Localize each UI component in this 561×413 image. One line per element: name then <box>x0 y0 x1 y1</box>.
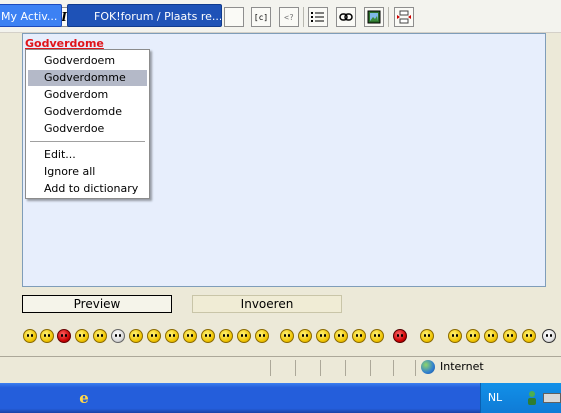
smiley-icon[interactable] <box>75 329 89 343</box>
link-icon <box>339 13 353 21</box>
smiley-icon[interactable] <box>298 329 312 343</box>
status-divider <box>345 360 346 376</box>
smiley-icon[interactable] <box>370 329 384 343</box>
smiley-icon[interactable] <box>40 329 54 343</box>
image-icon <box>367 10 381 24</box>
toolbar-separator <box>303 7 304 27</box>
code-button[interactable]: [c] <box>251 7 271 27</box>
page-break-icon <box>397 10 411 24</box>
page-break-button[interactable] <box>394 7 414 27</box>
suggestion-item-selected[interactable]: Godverdomme <box>28 70 147 86</box>
security-zone-label: Internet <box>440 360 484 373</box>
suggestion-item[interactable]: Godverdom <box>28 87 147 103</box>
list-button[interactable] <box>308 7 328 27</box>
submit-button[interactable]: Invoeren <box>192 295 342 313</box>
toolbar-separator <box>388 7 389 27</box>
list-icon <box>311 12 324 22</box>
smiley-icon[interactable] <box>316 329 330 343</box>
link-button[interactable] <box>336 7 356 27</box>
menu-item-add-to-dictionary[interactable]: Add to dictionary <box>28 181 147 197</box>
language-indicator[interactable]: NL <box>486 390 504 406</box>
devil-smiley-icon[interactable] <box>393 329 407 343</box>
suggestion-item[interactable]: Godverdoem <box>28 53 147 69</box>
status-divider <box>415 360 416 376</box>
smiley-icon[interactable] <box>522 329 536 343</box>
smiley-icon[interactable] <box>147 329 161 343</box>
keyboard-icon[interactable] <box>543 393 561 403</box>
smiley-icon[interactable] <box>420 329 434 343</box>
smiley-icon[interactable] <box>23 329 37 343</box>
cow-icon[interactable] <box>542 329 556 343</box>
smiley-icon[interactable] <box>129 329 143 343</box>
smiley-icon[interactable] <box>165 329 179 343</box>
menu-item-ignore-all[interactable]: Ignore all <box>28 164 147 180</box>
status-divider <box>320 360 321 376</box>
smiley-icon[interactable] <box>93 329 107 343</box>
smiley-bar <box>0 318 561 354</box>
image-button[interactable] <box>364 7 384 27</box>
spellcheck-context-menu: Godverdoem Godverdomme Godverdom Godverd… <box>25 49 150 199</box>
status-divider <box>370 360 371 376</box>
smiley-icon[interactable] <box>280 329 294 343</box>
html-button[interactable]: <? <box>279 7 299 27</box>
angry-smiley-icon[interactable] <box>57 329 71 343</box>
smiley-icon[interactable] <box>201 329 215 343</box>
taskbar-item-browser[interactable]: FOK!forum / Plaats re... <box>67 4 222 27</box>
menu-separator <box>30 141 145 142</box>
globe-icon <box>421 360 435 374</box>
suggestion-item[interactable]: Godverdoe <box>28 121 147 137</box>
status-divider <box>295 360 296 376</box>
user-icon[interactable] <box>526 390 538 406</box>
smiley-icon[interactable] <box>237 329 251 343</box>
status-divider <box>270 360 271 376</box>
smiley-icon[interactable] <box>255 329 269 343</box>
suggestion-item[interactable]: Godverdomde <box>28 104 147 120</box>
smiley-icon[interactable] <box>334 329 348 343</box>
menu-item-edit[interactable]: Edit... <box>28 147 147 163</box>
smiley-icon[interactable] <box>183 329 197 343</box>
preview-button[interactable]: Preview <box>22 295 172 313</box>
taskbar-item-activity[interactable]: My Activ... <box>0 4 62 27</box>
blank-button[interactable] <box>224 7 244 27</box>
scared-smiley-icon[interactable] <box>111 329 125 343</box>
smiley-icon[interactable] <box>484 329 498 343</box>
status-divider <box>393 360 394 376</box>
internet-explorer-icon: e <box>79 389 89 407</box>
smiley-icon[interactable] <box>352 329 366 343</box>
smiley-icon[interactable] <box>448 329 462 343</box>
top-hat-smiley-icon[interactable] <box>503 329 517 343</box>
smiley-icon[interactable] <box>466 329 480 343</box>
smiley-icon[interactable] <box>219 329 233 343</box>
